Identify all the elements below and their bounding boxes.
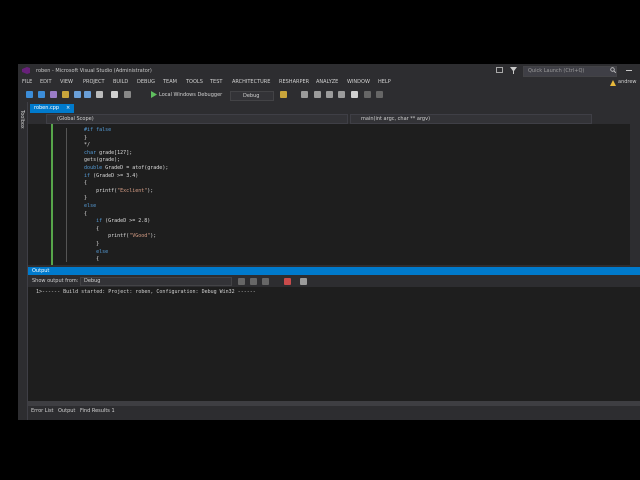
clear-all-icon[interactable]	[284, 278, 291, 285]
output-text-area[interactable]: 1>------ Build started: Project: roben, …	[28, 287, 640, 401]
menu-help[interactable]: HELP	[378, 79, 391, 85]
show-output-label: Show output from:	[32, 278, 79, 284]
find-icon[interactable]	[301, 91, 308, 98]
menu-file[interactable]: FILE	[22, 79, 32, 85]
configuration-value: Debug	[243, 93, 260, 99]
bottom-tool-tabs: Error List Output Find Results 1	[28, 406, 640, 418]
toolbox-panel[interactable]: Toolbox	[18, 102, 28, 420]
title-bar: roben - Microsoft Visual Studio (Adminis…	[18, 64, 640, 77]
code-line: {	[72, 180, 88, 187]
code-line: printf("VGood");	[72, 233, 157, 240]
navigation-bar: (Global Scope) main(int argc, char ** ar…	[28, 114, 640, 124]
menu-project[interactable]: PROJECT	[83, 79, 105, 85]
solution-explorer-icon[interactable]	[280, 91, 287, 98]
search-icon[interactable]	[610, 67, 616, 73]
visual-studio-window: roben - Microsoft Visual Studio (Adminis…	[18, 64, 640, 420]
redo-icon[interactable]	[124, 91, 131, 98]
minimize-button[interactable]	[626, 70, 632, 71]
new-project-icon[interactable]	[50, 91, 57, 98]
menu-tools[interactable]: TOOLS	[186, 79, 203, 85]
uncomment-icon[interactable]	[326, 91, 333, 98]
change-indicator-bar	[51, 124, 53, 265]
menu-team[interactable]: TEAM	[163, 79, 177, 85]
scope-value: (Global Scope)	[57, 116, 94, 122]
debugger-target[interactable]: Local Windows Debugger	[159, 91, 222, 99]
menu-resharper[interactable]: RESHARPER	[279, 79, 309, 85]
member-dropdown[interactable]: main(int argc, char ** argv)	[350, 114, 592, 124]
code-line: double GradeD = atof(grade);	[84, 165, 169, 171]
code-line: if (GradeD >= 3.4)	[84, 172, 139, 179]
code-line: {	[72, 225, 100, 232]
signed-in-user[interactable]: andrew	[618, 79, 637, 85]
indent-icon[interactable]	[338, 91, 345, 98]
menu-edit[interactable]: EDIT	[40, 79, 52, 85]
tab-label: roben.cpp	[34, 105, 60, 111]
code-line: */	[72, 142, 91, 149]
code-line: printf("Exclient");	[72, 187, 154, 194]
find-message-icon[interactable]	[238, 278, 245, 285]
bookmark-icon[interactable]	[351, 91, 358, 98]
tab-output[interactable]: Output	[58, 408, 75, 414]
save-icon[interactable]	[74, 91, 81, 98]
code-line: }	[72, 241, 100, 247]
code-line: if (GradeD >= 2.8)	[96, 218, 151, 225]
visual-studio-logo-icon	[22, 67, 30, 74]
editor-vertical-scrollbar[interactable]	[630, 124, 640, 265]
warning-icon	[610, 80, 616, 86]
cut-icon[interactable]	[96, 91, 103, 98]
member-value: main(int argc, char ** argv)	[361, 116, 431, 122]
menu-view[interactable]: VIEW	[60, 79, 73, 85]
output-panel-header: Output	[28, 267, 640, 275]
tab-find-results[interactable]: Find Results 1	[80, 408, 115, 414]
start-debugging-icon[interactable]	[150, 91, 157, 98]
menu-window[interactable]: WINDOW	[347, 79, 370, 85]
code-line: {	[72, 210, 88, 217]
menu-analyze[interactable]: ANALYZE	[316, 79, 338, 85]
tab-roben-cpp[interactable]: roben.cpp ×	[30, 104, 74, 113]
menu-test[interactable]: TEST	[210, 79, 222, 85]
code-editor[interactable]: #if false } */ char grade[127]; gets(gra…	[28, 124, 640, 265]
quick-launch-input[interactable]: Quick Launch (Ctrl+Q)	[523, 66, 617, 77]
prev-bookmark-icon[interactable]	[364, 91, 371, 98]
menu-debug[interactable]: DEBUG	[137, 79, 155, 85]
undo-icon[interactable]	[111, 91, 118, 98]
outline-collapse-line	[66, 128, 67, 262]
menu-bar: FILE EDIT VIEW PROJECT BUILD DEBUG TEAM …	[18, 77, 640, 88]
output-toolbar: Show output from: Debug	[28, 275, 640, 287]
menu-architecture[interactable]: ARCHITECTURE	[232, 79, 270, 85]
next-bookmark-icon[interactable]	[376, 91, 383, 98]
tab-error-list[interactable]: Error List	[31, 408, 54, 414]
quick-launch-placeholder: Quick Launch (Ctrl+Q)	[528, 68, 585, 74]
code-line: gets(grade);	[72, 157, 121, 164]
output-line: 1>------ Build started: Project: roben, …	[36, 289, 256, 295]
code-line: }	[72, 134, 88, 141]
code-line: }	[72, 195, 88, 202]
output-source-value: Debug	[84, 278, 101, 284]
code-line: #if false	[84, 127, 112, 133]
save-all-icon[interactable]	[84, 91, 91, 98]
output-panel-title: Output	[32, 268, 50, 274]
word-wrap-icon[interactable]	[300, 278, 307, 285]
back-icon[interactable]	[26, 91, 33, 98]
close-tab-icon[interactable]: ×	[66, 104, 70, 112]
code-line: {	[72, 256, 100, 263]
comment-icon[interactable]	[314, 91, 321, 98]
menu-build[interactable]: BUILD	[113, 79, 128, 85]
toolbox-label: Toolbox	[19, 110, 25, 129]
standard-toolbar: Local Windows Debugger Debug	[18, 88, 640, 102]
scope-dropdown[interactable]: (Global Scope)	[46, 114, 348, 124]
forward-icon[interactable]	[38, 91, 45, 98]
code-line: else	[84, 203, 97, 209]
code-line: else	[96, 248, 109, 255]
notifications-icon[interactable]	[496, 67, 503, 74]
open-file-icon[interactable]	[62, 91, 69, 98]
feedback-filter-icon[interactable]	[510, 67, 517, 74]
window-title: roben - Microsoft Visual Studio (Adminis…	[36, 68, 152, 74]
document-tab-strip: roben.cpp ×	[28, 104, 640, 113]
output-source-dropdown[interactable]: Debug	[80, 277, 232, 286]
next-message-icon[interactable]	[262, 278, 269, 285]
solution-configuration-dropdown[interactable]: Debug	[230, 91, 274, 101]
prev-message-icon[interactable]	[250, 278, 257, 285]
code-line: char grade[127];	[84, 149, 133, 156]
